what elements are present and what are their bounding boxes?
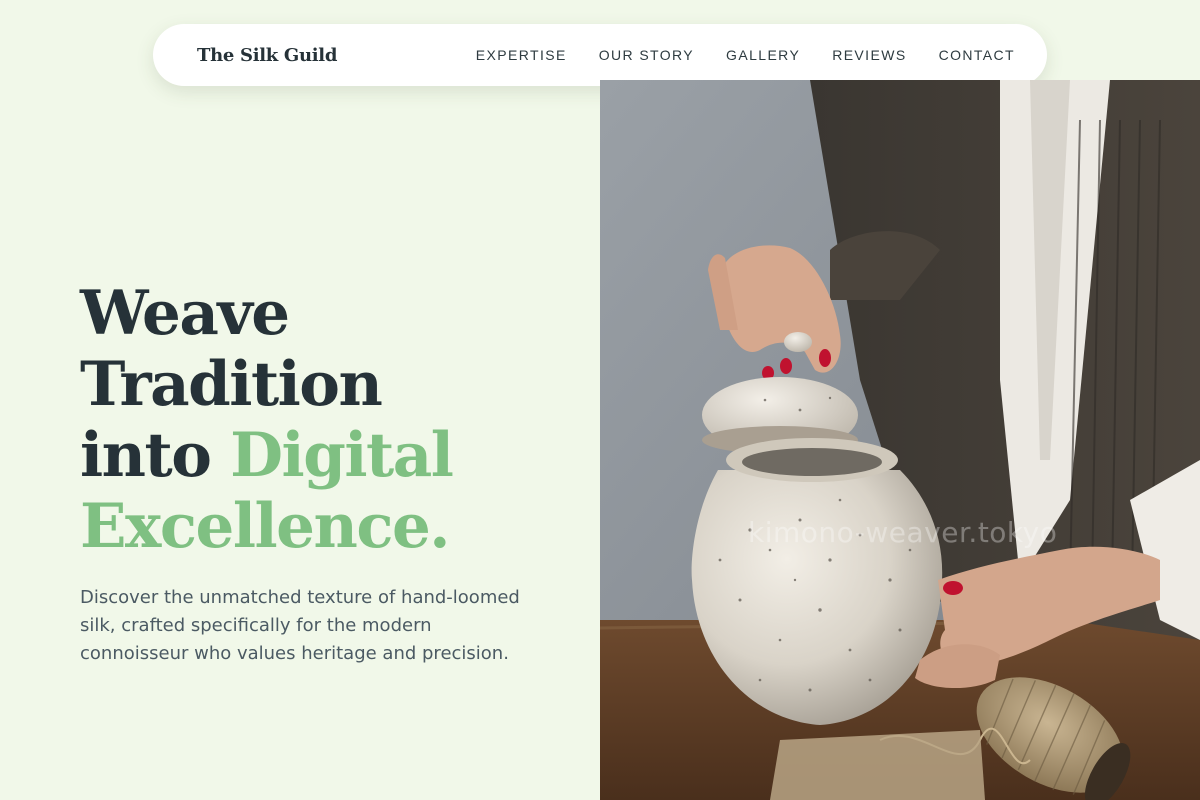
headline-accent-1: Digital [230,420,454,491]
image-watermark: kimono-weaver.tokyo [748,516,1058,549]
nav-link-our-story[interactable]: OUR STORY [599,47,694,63]
top-navigation: The Silk Guild EXPERTISE OUR STORY GALLE… [153,24,1047,86]
nav-link-reviews[interactable]: REVIEWS [832,47,906,63]
nav-link-expertise[interactable]: EXPERTISE [476,47,567,63]
hero-image: kimono-weaver.tokyo [600,80,1200,800]
headline-line-2: Tradition [80,349,383,420]
headline-line-1: Weave [80,278,290,349]
hero-subtitle: Discover the unmatched texture of hand-l… [80,587,520,664]
nav-link-gallery[interactable]: GALLERY [726,47,800,63]
headline-accent-2: Excellence. [80,491,451,562]
nav-links: EXPERTISE OUR STORY GALLERY REVIEWS CONT… [476,47,1015,63]
brand-logo[interactable]: The Silk Guild [197,45,337,66]
headline-line-3: into [80,420,212,491]
ceramic-jar-photo [600,80,1200,800]
nav-link-contact[interactable]: CONTACT [939,47,1015,63]
hero-headline: Weave Tradition into Digital Excellence. [80,278,560,562]
